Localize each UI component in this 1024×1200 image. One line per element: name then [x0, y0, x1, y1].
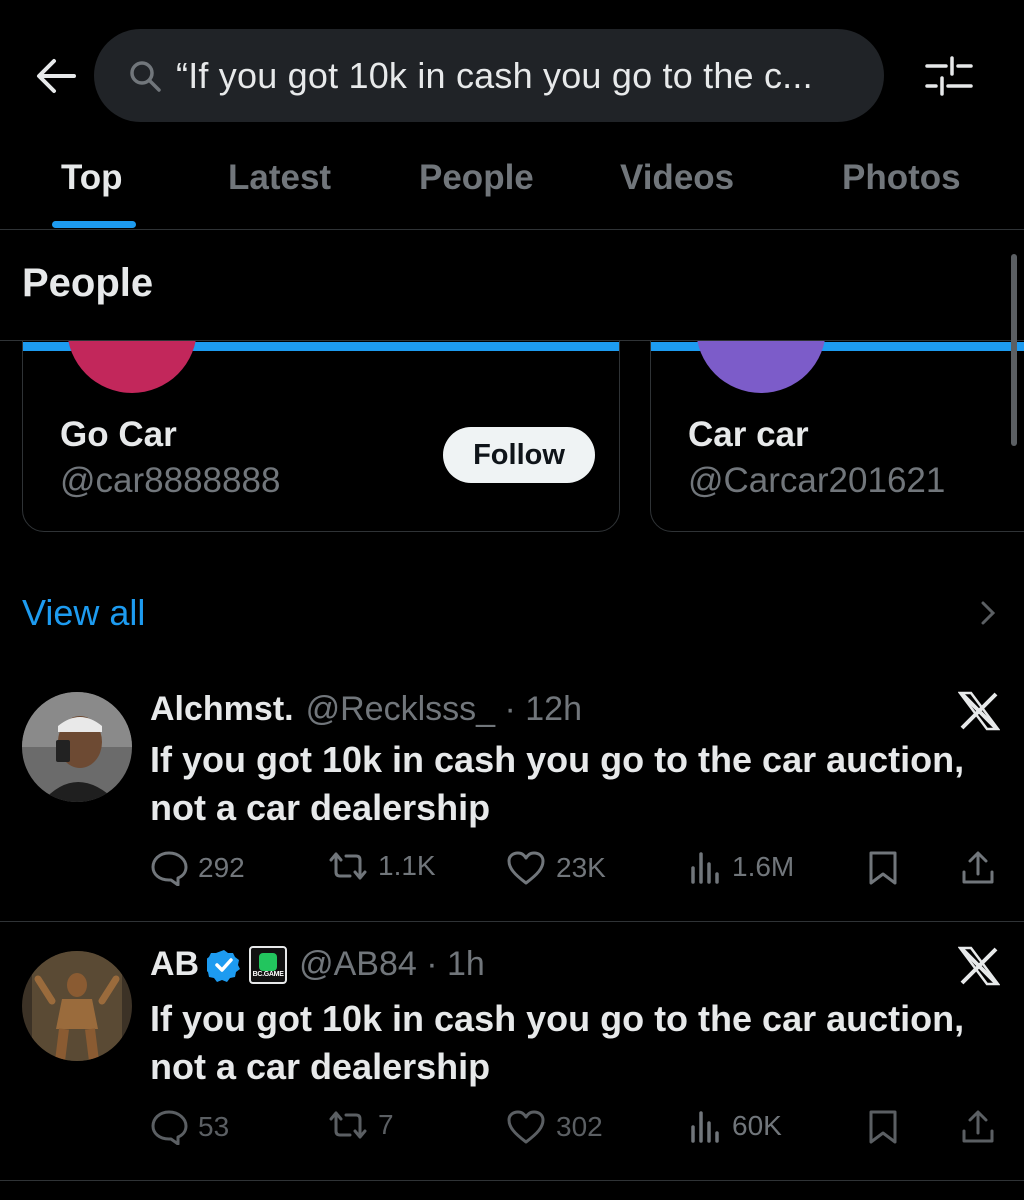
- tweet-text: If you got 10k in cash you go to the car…: [150, 998, 965, 1087]
- tweet-actions: 292 1.1K 23K 1.6M: [150, 850, 1010, 890]
- repost-button[interactable]: 1.1K: [328, 850, 436, 882]
- affiliate-label: BC.GAME: [252, 971, 284, 978]
- author-handle[interactable]: @AB84 · 1h: [299, 945, 485, 984]
- view-all-link[interactable]: View all: [22, 592, 145, 634]
- tab-photos[interactable]: Photos: [842, 158, 961, 198]
- person-name: Go Car: [60, 415, 177, 454]
- tab-videos[interactable]: Videos: [620, 158, 734, 198]
- tweet[interactable]: Alchmst. @Recklsss_ · 12h If you got 10k…: [0, 668, 1024, 922]
- tab-people[interactable]: People: [419, 158, 534, 198]
- bookmark-icon[interactable]: [866, 1109, 910, 1145]
- affiliate-badge[interactable]: BC.GAME: [249, 945, 288, 984]
- tweet-header: Alchmst. @Recklsss_ · 12h: [150, 690, 582, 729]
- bookmark-icon[interactable]: [866, 850, 910, 886]
- tweet-actions: 53 7 302 60K: [150, 1109, 1010, 1149]
- view-count: 1.6M: [732, 851, 795, 882]
- x-logo-icon[interactable]: [958, 945, 1000, 987]
- person-handle: @Carcar201621: [688, 461, 946, 500]
- tweet-header: AB BC.GAME @AB84 · 1h: [150, 945, 485, 984]
- people-card-go-car[interactable]: Go Car @car8888888 Follow: [22, 310, 620, 532]
- author-name[interactable]: AB: [150, 945, 199, 984]
- reply-button[interactable]: 292: [150, 850, 245, 886]
- avatar[interactable]: [22, 951, 132, 1061]
- top-bar: “If you got 10k in cash you go to the c.…: [0, 0, 1024, 150]
- filter-settings-icon[interactable]: [922, 52, 976, 100]
- search-icon: [130, 60, 161, 92]
- tweet[interactable]: AB BC.GAME @AB84 · 1h If you got 10k in …: [0, 923, 1024, 1181]
- follow-button[interactable]: Follow: [443, 427, 595, 483]
- repost-count: 1.1K: [378, 850, 436, 881]
- back-arrow-icon[interactable]: [34, 54, 78, 98]
- verified-badge-icon: [207, 949, 241, 982]
- like-button[interactable]: 302: [506, 1109, 603, 1145]
- search-tabs: Top Latest People Videos Photos: [0, 150, 1024, 230]
- author-name[interactable]: Alchmst.: [150, 690, 294, 729]
- reply-count: 292: [198, 852, 245, 883]
- person-handle: @car8888888: [60, 461, 281, 500]
- like-button[interactable]: 23K: [506, 850, 606, 886]
- search-query: “If you got 10k in cash you go to the c.…: [176, 54, 813, 96]
- like-count: 302: [556, 1111, 603, 1142]
- people-section-header: People: [0, 231, 1024, 341]
- share-icon[interactable]: [960, 850, 1006, 886]
- x-logo-icon[interactable]: [958, 690, 1000, 732]
- views-button[interactable]: 1.6M: [688, 850, 794, 884]
- reply-count: 53: [198, 1111, 230, 1142]
- reply-button[interactable]: 53: [150, 1109, 229, 1145]
- people-card-car-car[interactable]: Car car @Carcar201621: [650, 310, 1024, 532]
- tab-latest[interactable]: Latest: [228, 158, 331, 198]
- share-icon[interactable]: [960, 1109, 1006, 1145]
- view-count: 60K: [732, 1110, 782, 1141]
- repost-button[interactable]: 7: [328, 1109, 394, 1141]
- like-count: 23K: [556, 852, 606, 883]
- views-button[interactable]: 60K: [688, 1109, 782, 1143]
- bc-game-logo-icon: [259, 953, 278, 971]
- search-input[interactable]: “If you got 10k in cash you go to the c.…: [94, 29, 884, 122]
- tweet-text: If you got 10k in cash you go to the car…: [150, 739, 965, 828]
- avatar[interactable]: [22, 692, 132, 802]
- tab-top[interactable]: Top: [61, 158, 123, 198]
- scrollbar[interactable]: [1011, 254, 1017, 446]
- chevron-right-icon[interactable]: [978, 600, 998, 626]
- person-name: Car car: [688, 415, 809, 454]
- repost-count: 7: [378, 1109, 394, 1140]
- active-tab-indicator: [52, 221, 136, 228]
- section-title: People: [22, 261, 154, 305]
- author-handle[interactable]: @Recklsss_ · 12h: [306, 690, 582, 729]
